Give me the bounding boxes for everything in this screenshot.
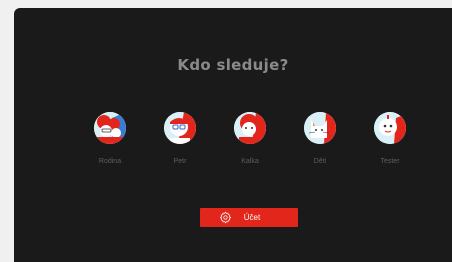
robot-avatar-icon	[374, 112, 406, 144]
glasses-boy-avatar-icon	[164, 112, 196, 144]
profile-list: Rodina Petr Kalka Děti Tester	[14, 112, 452, 192]
profile-rodina[interactable]: Rodina	[80, 112, 140, 165]
profile-name: Děti	[313, 158, 327, 165]
redhair-avatar-icon	[234, 112, 266, 144]
profile-deti[interactable]: Děti	[290, 112, 350, 165]
profile-selection-screen: Kdo sleduje? Rodina Petr Kalka Děti Test…	[14, 8, 452, 262]
account-button[interactable]: Účet	[200, 208, 298, 227]
profile-name: Kalka	[241, 158, 259, 165]
cat-avatar-icon	[304, 112, 336, 144]
profile-petr[interactable]: Petr	[150, 112, 210, 165]
page-title: Kdo sleduje?	[177, 56, 289, 74]
profile-name: Petr	[173, 158, 187, 165]
family-avatar-icon	[94, 112, 126, 144]
profile-name: Tester	[380, 158, 400, 165]
account-button-label: Účet	[243, 213, 261, 222]
profile-kalka[interactable]: Kalka	[220, 112, 280, 165]
profile-tester[interactable]: Tester	[360, 112, 420, 165]
profile-name: Rodina	[98, 158, 122, 165]
